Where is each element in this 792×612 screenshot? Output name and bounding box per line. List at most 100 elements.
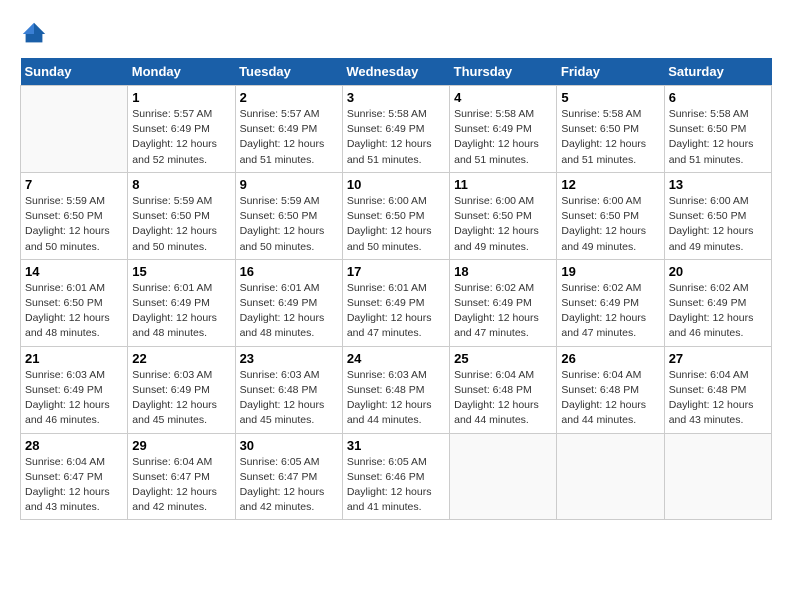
calendar-cell: 10Sunrise: 6:00 AM Sunset: 6:50 PM Dayli… xyxy=(342,172,449,259)
day-number: 7 xyxy=(25,177,123,192)
header xyxy=(20,20,772,48)
calendar-cell: 24 Sunrise: 6:03 AM Sunset: 6:48 PM Dayli… xyxy=(342,346,449,433)
day-info: Sunrise: 6:03 AM Sunset: 6:49 PM Dayligh… xyxy=(25,368,123,429)
calendar-cell: 15 Sunrise: 6:01 AM Sunset: 6:49 PM Dayli… xyxy=(128,259,235,346)
day-info: Sunrise: 5:58 AM Sunset: 6:50 PM Dayligh… xyxy=(669,107,767,168)
day-info: Sunrise: 6:01 AM Sunset: 6:50 PM Dayligh… xyxy=(25,281,123,342)
day-number: 18 xyxy=(454,264,552,279)
day-info: Sunrise: 5:59 AM Sunset: 6:50 PM Dayligh… xyxy=(25,194,123,255)
calendar-cell xyxy=(450,433,557,520)
day-info: Sunrise: 5:57 AM Sunset: 6:49 PM Dayligh… xyxy=(240,107,338,168)
calendar-cell: 9Sunrise: 5:59 AM Sunset: 6:50 PM Daylig… xyxy=(235,172,342,259)
weekday-header-thursday: Thursday xyxy=(450,58,557,86)
day-number: 13 xyxy=(669,177,767,192)
calendar-week-3: 14 Sunrise: 6:01 AM Sunset: 6:50 PM Dayli… xyxy=(21,259,772,346)
day-info: Sunrise: 6:03 AM Sunset: 6:48 PM Dayligh… xyxy=(347,368,445,429)
day-number: 23 xyxy=(240,351,338,366)
calendar-cell: 27Sunrise: 6:04 AM Sunset: 6:48 PM Dayli… xyxy=(664,346,771,433)
weekday-header-tuesday: Tuesday xyxy=(235,58,342,86)
calendar-week-5: 28 Sunrise: 6:04 AM Sunset: 6:47 PM Dayli… xyxy=(21,433,772,520)
day-info: Sunrise: 6:02 AM Sunset: 6:49 PM Dayligh… xyxy=(669,281,767,342)
calendar-cell: 1 Sunrise: 5:57 AM Sunset: 6:49 PM Daylig… xyxy=(128,86,235,173)
calendar-cell: 6 Sunrise: 5:58 AM Sunset: 6:50 PM Daylig… xyxy=(664,86,771,173)
calendar-week-1: 1 Sunrise: 5:57 AM Sunset: 6:49 PM Daylig… xyxy=(21,86,772,173)
day-info: Sunrise: 6:03 AM Sunset: 6:48 PM Dayligh… xyxy=(240,368,338,429)
calendar-cell: 14 Sunrise: 6:01 AM Sunset: 6:50 PM Dayli… xyxy=(21,259,128,346)
day-info: Sunrise: 6:02 AM Sunset: 6:49 PM Dayligh… xyxy=(561,281,659,342)
calendar-cell: 26 Sunrise: 6:04 AM Sunset: 6:48 PM Dayli… xyxy=(557,346,664,433)
calendar-cell: 28 Sunrise: 6:04 AM Sunset: 6:47 PM Dayli… xyxy=(21,433,128,520)
calendar-week-4: 21 Sunrise: 6:03 AM Sunset: 6:49 PM Dayli… xyxy=(21,346,772,433)
day-info: Sunrise: 6:01 AM Sunset: 6:49 PM Dayligh… xyxy=(347,281,445,342)
day-number: 27 xyxy=(669,351,767,366)
calendar-cell: 7 Sunrise: 5:59 AM Sunset: 6:50 PM Daylig… xyxy=(21,172,128,259)
day-number: 30 xyxy=(240,438,338,453)
calendar-cell: 22Sunrise: 6:03 AM Sunset: 6:49 PM Dayli… xyxy=(128,346,235,433)
day-info: Sunrise: 6:04 AM Sunset: 6:47 PM Dayligh… xyxy=(25,455,123,516)
day-number: 22 xyxy=(132,351,230,366)
day-info: Sunrise: 6:02 AM Sunset: 6:49 PM Dayligh… xyxy=(454,281,552,342)
day-info: Sunrise: 6:00 AM Sunset: 6:50 PM Dayligh… xyxy=(561,194,659,255)
day-number: 12 xyxy=(561,177,659,192)
day-number: 8 xyxy=(132,177,230,192)
logo-icon xyxy=(20,20,48,48)
day-info: Sunrise: 6:04 AM Sunset: 6:47 PM Dayligh… xyxy=(132,455,230,516)
day-number: 14 xyxy=(25,264,123,279)
day-number: 5 xyxy=(561,90,659,105)
weekday-header-wednesday: Wednesday xyxy=(342,58,449,86)
calendar-cell: 17 Sunrise: 6:01 AM Sunset: 6:49 PM Dayli… xyxy=(342,259,449,346)
day-info: Sunrise: 6:01 AM Sunset: 6:49 PM Dayligh… xyxy=(240,281,338,342)
day-info: Sunrise: 6:04 AM Sunset: 6:48 PM Dayligh… xyxy=(454,368,552,429)
calendar-cell: 3 Sunrise: 5:58 AM Sunset: 6:49 PM Daylig… xyxy=(342,86,449,173)
calendar-cell: 19 Sunrise: 6:02 AM Sunset: 6:49 PM Dayli… xyxy=(557,259,664,346)
day-info: Sunrise: 6:00 AM Sunset: 6:50 PM Dayligh… xyxy=(454,194,552,255)
day-number: 26 xyxy=(561,351,659,366)
calendar-cell: 13Sunrise: 6:00 AM Sunset: 6:50 PM Dayli… xyxy=(664,172,771,259)
day-info: Sunrise: 5:58 AM Sunset: 6:49 PM Dayligh… xyxy=(454,107,552,168)
day-number: 28 xyxy=(25,438,123,453)
day-number: 15 xyxy=(132,264,230,279)
day-number: 2 xyxy=(240,90,338,105)
day-info: Sunrise: 5:58 AM Sunset: 6:49 PM Dayligh… xyxy=(347,107,445,168)
day-number: 1 xyxy=(132,90,230,105)
day-info: Sunrise: 5:59 AM Sunset: 6:50 PM Dayligh… xyxy=(132,194,230,255)
day-number: 21 xyxy=(25,351,123,366)
day-info: Sunrise: 6:01 AM Sunset: 6:49 PM Dayligh… xyxy=(132,281,230,342)
calendar-cell xyxy=(21,86,128,173)
day-number: 29 xyxy=(132,438,230,453)
calendar-cell: 5 Sunrise: 5:58 AM Sunset: 6:50 PM Daylig… xyxy=(557,86,664,173)
calendar-cell: 25 Sunrise: 6:04 AM Sunset: 6:48 PM Dayli… xyxy=(450,346,557,433)
weekday-header-friday: Friday xyxy=(557,58,664,86)
day-info: Sunrise: 6:00 AM Sunset: 6:50 PM Dayligh… xyxy=(347,194,445,255)
calendar-cell: 4 Sunrise: 5:58 AM Sunset: 6:49 PM Daylig… xyxy=(450,86,557,173)
day-number: 24 xyxy=(347,351,445,366)
day-info: Sunrise: 6:05 AM Sunset: 6:47 PM Dayligh… xyxy=(240,455,338,516)
calendar-body: 1 Sunrise: 5:57 AM Sunset: 6:49 PM Daylig… xyxy=(21,86,772,520)
calendar-cell: 8 Sunrise: 5:59 AM Sunset: 6:50 PM Daylig… xyxy=(128,172,235,259)
calendar-week-2: 7 Sunrise: 5:59 AM Sunset: 6:50 PM Daylig… xyxy=(21,172,772,259)
weekday-header-row: SundayMondayTuesdayWednesdayThursdayFrid… xyxy=(21,58,772,86)
day-number: 31 xyxy=(347,438,445,453)
calendar-cell xyxy=(664,433,771,520)
day-info: Sunrise: 5:57 AM Sunset: 6:49 PM Dayligh… xyxy=(132,107,230,168)
calendar-cell: 31 Sunrise: 6:05 AM Sunset: 6:46 PM Dayli… xyxy=(342,433,449,520)
calendar-cell: 18 Sunrise: 6:02 AM Sunset: 6:49 PM Dayli… xyxy=(450,259,557,346)
day-info: Sunrise: 6:05 AM Sunset: 6:46 PM Dayligh… xyxy=(347,455,445,516)
day-number: 25 xyxy=(454,351,552,366)
day-number: 19 xyxy=(561,264,659,279)
day-number: 9 xyxy=(240,177,338,192)
day-number: 4 xyxy=(454,90,552,105)
day-info: Sunrise: 6:04 AM Sunset: 6:48 PM Dayligh… xyxy=(561,368,659,429)
day-number: 11 xyxy=(454,177,552,192)
day-number: 6 xyxy=(669,90,767,105)
calendar-table: SundayMondayTuesdayWednesdayThursdayFrid… xyxy=(20,58,772,520)
weekday-header-saturday: Saturday xyxy=(664,58,771,86)
weekday-header-sunday: Sunday xyxy=(21,58,128,86)
day-number: 20 xyxy=(669,264,767,279)
day-number: 3 xyxy=(347,90,445,105)
day-info: Sunrise: 5:58 AM Sunset: 6:50 PM Dayligh… xyxy=(561,107,659,168)
calendar-cell: 2 Sunrise: 5:57 AM Sunset: 6:49 PM Daylig… xyxy=(235,86,342,173)
calendar-cell: 20 Sunrise: 6:02 AM Sunset: 6:49 PM Dayli… xyxy=(664,259,771,346)
day-number: 17 xyxy=(347,264,445,279)
calendar-cell: 12 Sunrise: 6:00 AM Sunset: 6:50 PM Dayli… xyxy=(557,172,664,259)
